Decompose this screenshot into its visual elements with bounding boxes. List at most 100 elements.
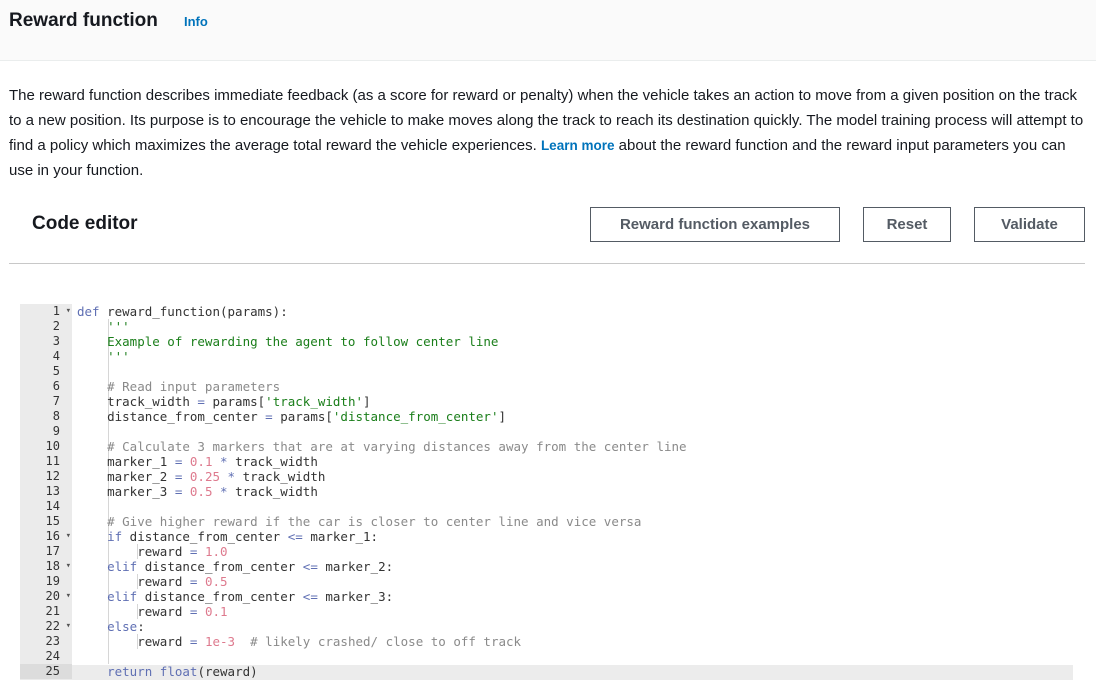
code-token: def	[77, 304, 100, 319]
code-line[interactable]: # Give higher reward if the car is close…	[77, 514, 641, 529]
line-number: 24	[20, 649, 72, 664]
line-number: 22 ▾	[20, 619, 72, 634]
line-number-text: 15	[45, 514, 60, 528]
line-number-text: 4	[52, 349, 60, 363]
code-token: if	[77, 529, 123, 544]
code-line[interactable]: track_width = params['track_width']	[77, 394, 371, 409]
line-number: 3	[20, 334, 72, 349]
code-token: marker_3	[77, 484, 175, 499]
code-token: 'distance_from_center'	[332, 409, 499, 424]
line-number-text: 9	[52, 424, 60, 438]
line-number: 13	[20, 484, 72, 499]
fold-arrow-icon[interactable]: ▾	[66, 559, 71, 574]
code-line[interactable]: reward = 1.0	[77, 544, 227, 559]
line-number-text: 8	[52, 409, 60, 423]
code-line[interactable]: elif distance_from_center <= marker_3:	[77, 589, 393, 604]
info-link[interactable]: Info	[184, 14, 208, 30]
code-line[interactable]: # Read input parameters	[77, 379, 280, 394]
line-number-text: 3	[52, 334, 60, 348]
line-number: 19	[20, 574, 72, 589]
fold-arrow-icon[interactable]: ▾	[66, 589, 71, 604]
fold-arrow-icon[interactable]: ▾	[66, 529, 71, 544]
code-editor-title: Code editor	[32, 213, 138, 234]
line-number: 14	[20, 499, 72, 514]
code-token: # Read input parameters	[77, 379, 281, 394]
code-line[interactable]: # Calculate 3 markers that are at varyin…	[77, 439, 686, 454]
fold-arrow-icon[interactable]: ▾	[66, 619, 71, 634]
code-line[interactable]: '''	[77, 319, 130, 334]
line-number-text: 19	[45, 574, 60, 588]
section-divider	[9, 263, 1085, 264]
code-token: 0.5	[189, 484, 213, 499]
code-line[interactable]: marker_1 = 0.1 * track_width	[77, 454, 318, 469]
code-line[interactable]: reward = 0.5	[77, 574, 227, 589]
code-token: float	[159, 664, 198, 679]
code-token: track_width	[227, 454, 318, 469]
line-number: 20 ▾	[20, 589, 72, 604]
line-number-text: 14	[45, 499, 60, 513]
validate-button[interactable]: Validate	[974, 207, 1085, 242]
code-token: <=	[302, 559, 318, 574]
line-number-text: 25	[45, 664, 60, 678]
code-token: return	[77, 664, 153, 679]
reward-function-examples-button[interactable]: Reward function examples	[590, 207, 840, 242]
code-token: '''	[77, 319, 130, 334]
code-editor[interactable]: 1 ▾ 2 3 4 5 6 7 8 9 10 11 12 13 14 15 16 ▾ 17 18 ▾ 19 20 ▾ 21 22 ▾…	[20, 304, 1073, 680]
line-number-text: 21	[45, 604, 60, 618]
line-number-text: 6	[52, 379, 60, 393]
line-number: 25	[20, 664, 72, 679]
code-line[interactable]: marker_2 = 0.25 * track_width	[77, 469, 325, 484]
code-token: reward	[77, 634, 190, 649]
code-token: 0.1	[204, 604, 228, 619]
code-line[interactable]: '''	[77, 349, 130, 364]
code-line[interactable]: if distance_from_center <= marker_1:	[77, 529, 378, 544]
line-number-text: 16	[45, 529, 60, 543]
code-line[interactable]: elif distance_from_center <= marker_2:	[77, 559, 393, 574]
code-line[interactable]: def reward_function(params):	[77, 304, 288, 319]
code-token: # Give higher reward if the car is close…	[77, 514, 642, 529]
fold-arrow-icon[interactable]: ▾	[66, 304, 71, 319]
line-number: 6	[20, 379, 72, 394]
code-token: '''	[77, 349, 130, 364]
code-token: reward	[77, 544, 190, 559]
code-token: Example of rewarding the agent to follow…	[77, 334, 499, 349]
line-number-text: 1	[52, 304, 60, 318]
code-token: params[	[204, 394, 266, 409]
line-number: 12	[20, 469, 72, 484]
code-line[interactable]: else:	[77, 619, 145, 634]
code-line[interactable]: Example of rewarding the agent to follow…	[77, 334, 498, 349]
code-token: 0.1	[189, 454, 213, 469]
line-number-text: 5	[52, 364, 60, 378]
code-line[interactable]: reward = 0.1	[77, 604, 228, 619]
code-token: *	[220, 454, 228, 469]
code-line[interactable]: distance_from_center = params['distance_…	[77, 409, 506, 424]
code-token: *	[227, 469, 236, 484]
code-token: else	[77, 619, 138, 634]
line-number-text: 24	[45, 649, 60, 663]
line-number: 9	[20, 424, 72, 439]
code-token: distance_from_center	[137, 559, 303, 574]
page-title: Reward function	[9, 10, 158, 31]
code-line[interactable]: reward = 1e-3 # likely crashed/ close to…	[77, 634, 521, 649]
code-token: distance_from_center	[137, 589, 303, 604]
line-number: 2	[20, 319, 72, 334]
line-number: 1 ▾	[20, 304, 72, 319]
code-token: <=	[302, 589, 318, 604]
reset-button[interactable]: Reset	[863, 207, 951, 242]
code-line[interactable]: marker_3 = 0.5 * track_width	[77, 484, 318, 499]
code-token: track_width	[227, 484, 318, 499]
code-line[interactable]: return float(reward)	[77, 664, 258, 679]
code-token: ]	[363, 394, 371, 409]
code-token: elif	[77, 589, 138, 604]
line-number: 7	[20, 394, 72, 409]
line-number: 16 ▾	[20, 529, 72, 544]
reward-function-description: The reward function describes immediate …	[9, 83, 1084, 183]
code-token: reward	[77, 574, 190, 589]
code-token: marker_1:	[302, 529, 379, 544]
code-token: 1e-3	[204, 634, 236, 649]
learn-more-link[interactable]: Learn more	[541, 138, 615, 153]
code-token: *	[220, 484, 228, 499]
